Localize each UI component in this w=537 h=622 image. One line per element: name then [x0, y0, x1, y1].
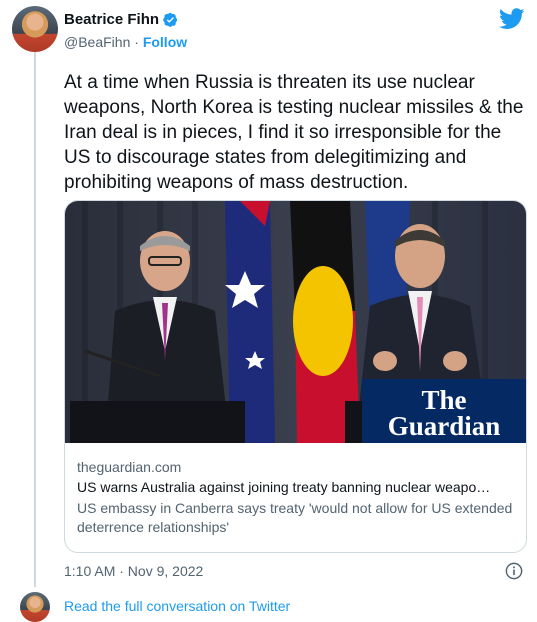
- article-image[interactable]: The Guardian: [65, 201, 526, 443]
- info-icon[interactable]: [505, 562, 523, 580]
- guardian-logo-line2: Guardian: [388, 411, 501, 441]
- card-title[interactable]: US warns Australia against joining treat…: [77, 479, 517, 495]
- author-handle[interactable]: @BeaFihn: [64, 34, 130, 50]
- author-name[interactable]: Beatrice Fihn: [64, 11, 159, 28]
- link-card[interactable]: The Guardian theguardian.com US warns Au…: [64, 200, 527, 553]
- tweet-timestamp[interactable]: 1:10 AM · Nov 9, 2022: [64, 563, 203, 579]
- thread-line: [34, 52, 36, 587]
- footer-avatar[interactable]: [20, 592, 50, 622]
- twitter-bird-icon[interactable]: [499, 8, 525, 30]
- separator: ·: [134, 34, 139, 50]
- author-handle-row: @BeaFihn · Follow: [64, 34, 187, 50]
- author-avatar[interactable]: [12, 6, 58, 52]
- tweet-text: At a time when Russia is threaten its us…: [64, 72, 524, 193]
- card-domain: theguardian.com: [77, 459, 182, 475]
- follow-button[interactable]: Follow: [143, 34, 187, 50]
- read-full-conversation-link[interactable]: Read the full conversation on Twitter: [64, 598, 290, 614]
- card-meta: theguardian.com US warns Australia again…: [77, 459, 517, 537]
- author-name-row[interactable]: Beatrice Fihn: [64, 11, 178, 28]
- card-description: US embassy in Canberra says treaty 'woul…: [77, 500, 513, 535]
- verified-badge-icon: [163, 12, 178, 27]
